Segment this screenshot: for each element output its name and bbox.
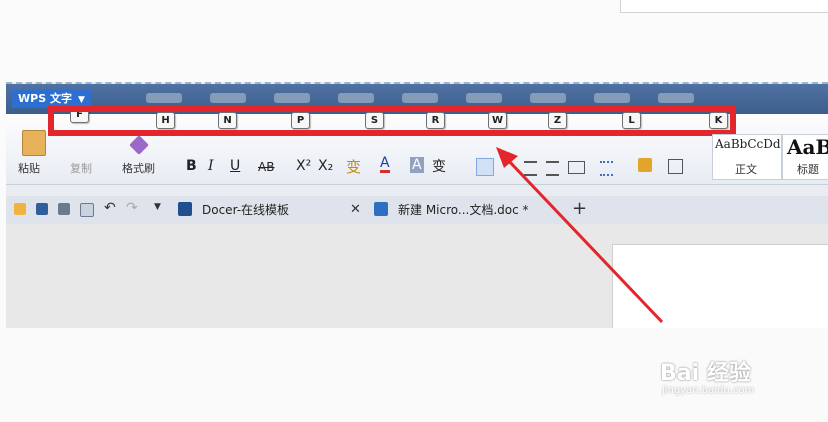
watermark-url: jingyan.baidu.com: [662, 385, 755, 396]
watermark-logo: Bai 经验: [660, 361, 751, 386]
